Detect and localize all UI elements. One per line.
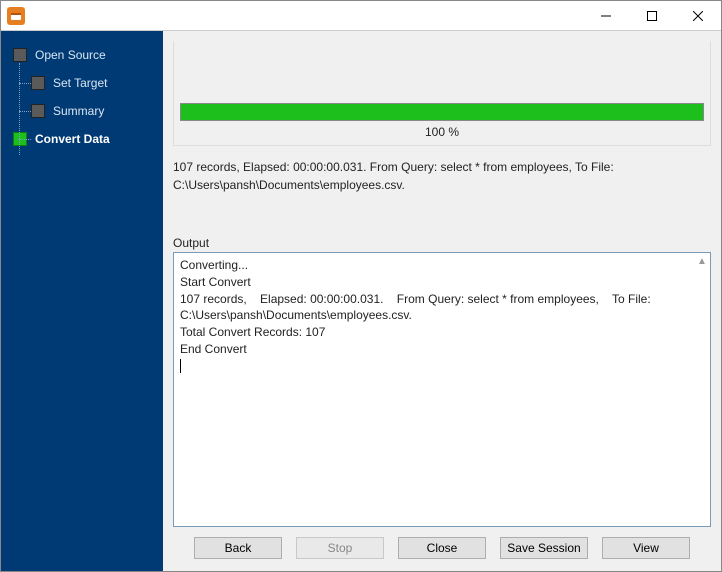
progress-bar	[180, 103, 704, 121]
close-button[interactable]: Close	[398, 537, 486, 559]
save-session-button[interactable]: Save Session	[500, 537, 588, 559]
step-box-icon	[31, 104, 45, 118]
app-icon	[7, 7, 25, 25]
sidebar-item-label: Convert Data	[35, 132, 110, 146]
back-button[interactable]: Back	[194, 537, 282, 559]
titlebar	[1, 1, 721, 31]
progress-fill	[181, 104, 703, 120]
wizard-sidebar: Open Source Set Target Summary Convert D…	[1, 31, 163, 571]
step-box-icon	[31, 76, 45, 90]
main-window: Open Source Set Target Summary Convert D…	[0, 0, 722, 572]
button-row: Back Stop Close Save Session View	[163, 527, 721, 571]
minimize-button[interactable]	[583, 1, 629, 31]
output-textarea[interactable]: Converting... Start Convert 107 records,…	[173, 252, 711, 527]
progress-percent-label: 100 %	[180, 125, 704, 139]
sidebar-item-open-source[interactable]: Open Source	[1, 41, 163, 69]
status-text: 107 records, Elapsed: 00:00:00.031. From…	[173, 158, 711, 194]
view-button[interactable]: View	[602, 537, 690, 559]
maximize-button[interactable]	[629, 1, 675, 31]
main-panel: 100 % 107 records, Elapsed: 00:00:00.031…	[163, 31, 721, 571]
stop-button: Stop	[296, 537, 384, 559]
sidebar-item-label: Open Source	[35, 48, 106, 62]
progress-group: 100 %	[173, 41, 711, 146]
step-box-icon	[13, 48, 27, 62]
output-label: Output	[173, 236, 711, 250]
sidebar-item-label: Set Target	[53, 76, 107, 90]
close-window-button[interactable]	[675, 1, 721, 31]
output-content: Converting... Start Convert 107 records,…	[180, 258, 654, 356]
scroll-up-icon[interactable]: ▲	[696, 255, 708, 269]
sidebar-item-label: Summary	[53, 104, 104, 118]
